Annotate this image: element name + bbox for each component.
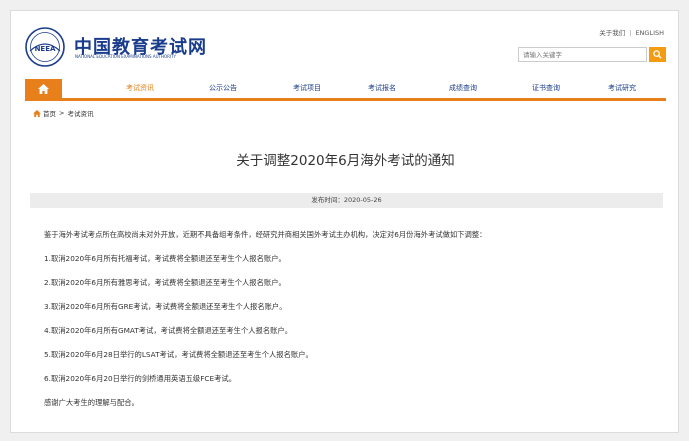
breadcrumb-home-icon [33,109,41,117]
about-link[interactable]: 关于我们 [599,29,625,37]
nav-item-certificate-query[interactable]: 证书查询 [532,83,560,93]
breadcrumb-home[interactable]: 首页 [43,108,56,118]
article-paragraph: 鉴于海外考试考点所在高校尚未对外开放，近期不具备组考条件，经研究并商相关国外考试… [44,230,487,239]
article-paragraph: 2.取消2020年6月所有雅思考试，考试费将全额退还至考生个人报名账户。 [44,278,286,287]
nav-item-announcements[interactable]: 公示公告 [209,83,237,93]
main-nav: 考试资讯 公示公告 考试项目 考试报名 成绩查询 证书查询 考试研究 [25,79,666,101]
nav-home-button[interactable] [25,79,62,98]
publish-date-bar: 发布时间：2020-05-26 [30,193,663,208]
breadcrumb-separator: > [59,109,65,117]
top-links-separator: | [629,29,632,37]
breadcrumb: 首页 > 考试资讯 [33,108,93,118]
article-paragraph: 4.取消2020年6月所有GMAT考试，考试费将全额退还至考生个人报名账户。 [44,326,293,335]
site-subtitle: NATIONAL EDUCATION EXAMINATIONS AUTHORIT… [75,54,176,59]
article-paragraph: 感谢广大考生的理解与配合。 [44,398,139,407]
nav-item-exam-programs[interactable]: 考试项目 [293,83,321,93]
search-box [518,47,666,62]
search-icon [653,50,662,59]
search-button[interactable] [649,47,666,62]
nav-item-exam-news[interactable]: 考试资讯 [126,83,154,93]
article-paragraph: 1.取消2020年6月所有托福考试，考试费将全额退还至考生个人报名账户。 [44,254,286,263]
publish-date: 2020-05-26 [343,196,382,204]
english-link[interactable]: ENGLISH [635,29,664,37]
article-paragraph: 6.取消2020年6月20日举行的剑桥通用英语五级FCE考试。 [44,374,237,383]
nav-item-score-query[interactable]: 成绩查询 [449,83,477,93]
article-paragraph: 5.取消2020年6月28日举行的LSAT考试，考试费将全额退还至考生个人报名账… [44,350,313,359]
home-icon [38,83,49,94]
publish-label: 发布时间： [311,196,344,204]
article-title: 关于调整2020年6月海外考试的通知 [236,153,455,169]
breadcrumb-current[interactable]: 考试资讯 [67,108,93,118]
nav-item-exam-research[interactable]: 考试研究 [608,83,636,93]
search-input[interactable] [518,47,647,62]
svg-text:NEEA: NEEA [35,45,56,53]
page-frame: NEEA 中国教育考试网 NATIONAL EDUCATION EXAMINAT… [10,10,679,433]
article-paragraph: 3.取消2020年6月所有GRE考试，考试费将全额退还至考生个人报名账户。 [44,302,287,311]
neea-logo-icon[interactable]: NEEA [25,27,65,67]
top-links: 关于我们 | ENGLISH [599,27,664,37]
nav-item-registration[interactable]: 考试报名 [368,83,396,93]
